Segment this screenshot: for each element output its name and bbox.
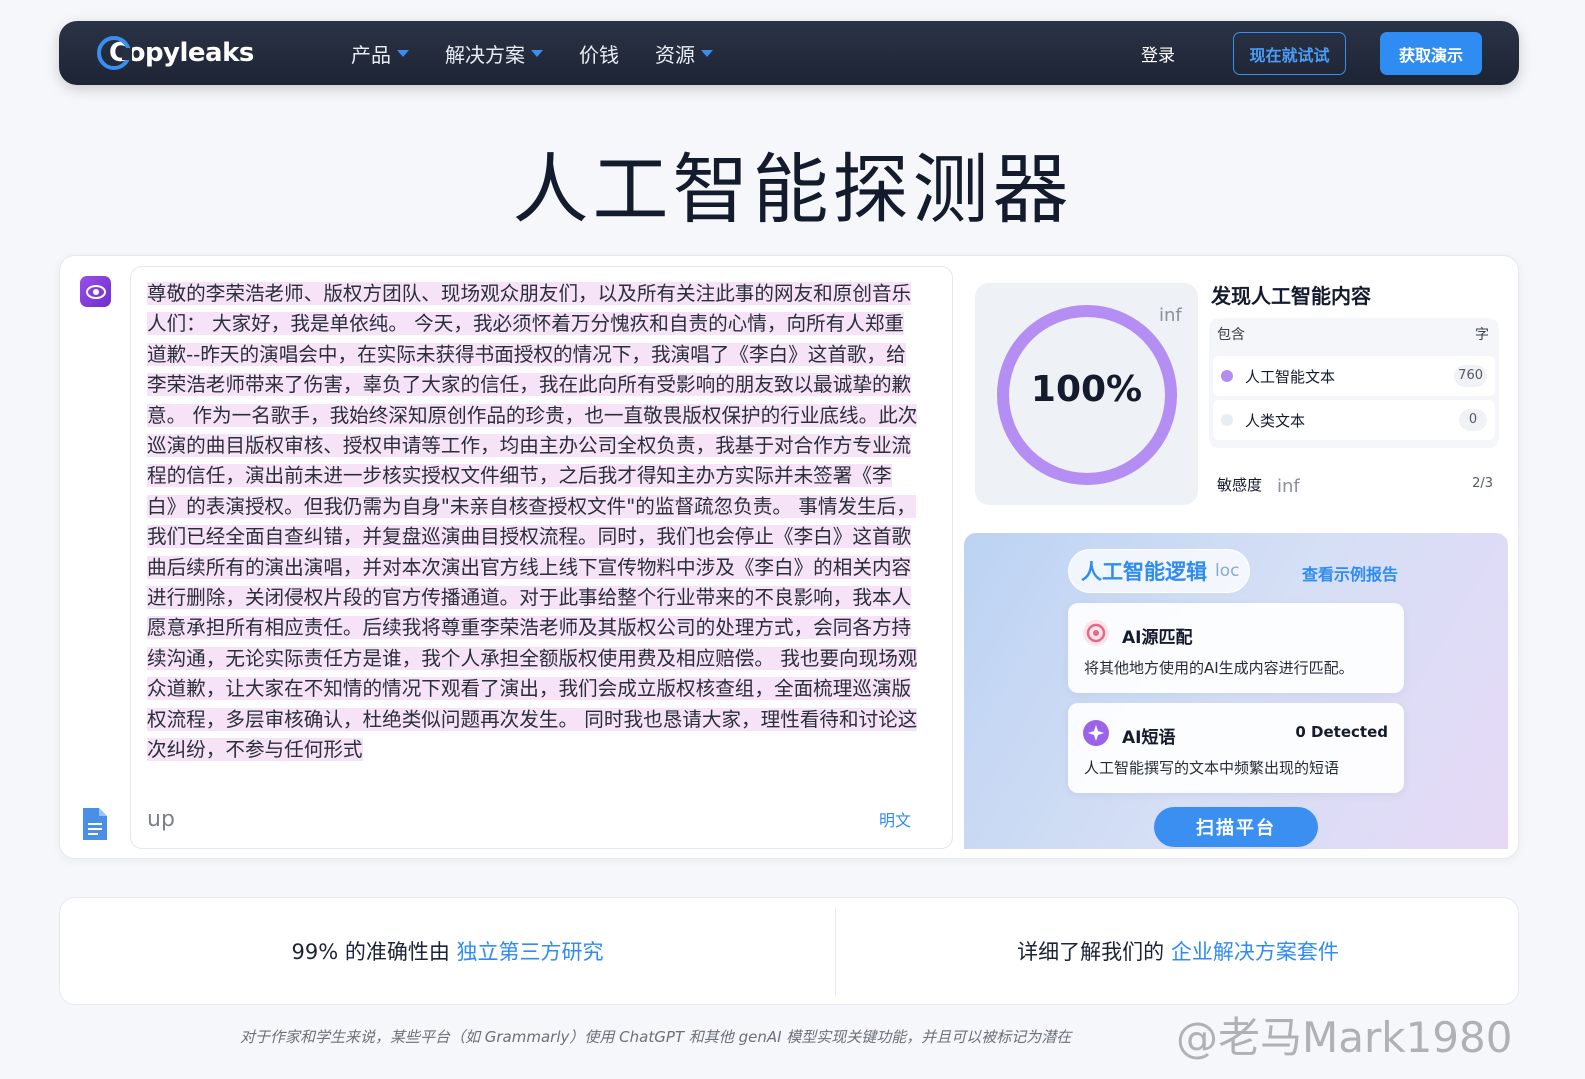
document-icon[interactable]: [81, 806, 109, 842]
accuracy-info: 99% 的准确性由 独立第三方研究: [60, 936, 835, 966]
source-match-icon: [1083, 620, 1109, 646]
nav-item-resources[interactable]: 资源: [655, 39, 713, 68]
result-title: 发现人工智能内容: [1211, 284, 1371, 308]
eye-toggle-button[interactable]: [80, 276, 111, 307]
view-sample-report-link[interactable]: 查看示例报告: [1302, 561, 1398, 585]
sensitivity-control[interactable]: 敏感度 inf 2/3: [1217, 474, 1497, 500]
text-editor[interactable]: 尊敬的李荣浩老师、版权方团队、现场观众朋友们，以及所有关注此事的网友和原创音乐人…: [130, 266, 953, 849]
enterprise-info: 详细了解我们的 企业解决方案套件: [836, 936, 1520, 966]
row-label: 人类文本: [1245, 411, 1306, 430]
ai-dot-icon: [1221, 370, 1233, 382]
ai-score-box: 100% inf: [975, 283, 1198, 505]
detected-count: 0 Detected: [1295, 723, 1388, 741]
login-link[interactable]: 登录: [1141, 41, 1175, 66]
header-contains: 包含: [1217, 327, 1245, 343]
enterprise-text: 详细了解我们的: [1017, 940, 1171, 964]
logic-pill-title: 人工智能逻辑: [1081, 560, 1207, 584]
nav-menu: 产品 解决方案 价钱 资源: [351, 21, 749, 85]
sensitivity-value: 2/3: [1472, 476, 1493, 491]
footnote: 对于作家和学生来说，某些平台（如 Grammarly）使用 ChatGPT 和其…: [240, 1028, 1072, 1046]
plaintext-button[interactable]: 明文: [879, 807, 911, 831]
nav-item-label: 价钱: [579, 42, 619, 67]
watermark: @老马Mark1980: [1176, 1013, 1513, 1062]
logic-pill-suffix: loc: [1215, 561, 1240, 581]
sensitivity-label: 敏感度: [1217, 476, 1263, 494]
nav-item-label: 产品: [351, 42, 391, 67]
row-label: 人工智能文本: [1245, 367, 1336, 386]
score-value: 100%: [1030, 369, 1143, 410]
human-dot-icon: [1221, 414, 1233, 426]
nav-item-solutions[interactable]: 解决方案: [445, 39, 543, 68]
header-chars: 字: [1475, 327, 1489, 343]
row-human-text: 人类文本 0: [1213, 400, 1495, 440]
result-table-header: 包含 字: [1209, 324, 1499, 346]
caret-down-icon: [701, 49, 713, 57]
scan-platform-button[interactable]: 扫描平台: [1154, 807, 1318, 847]
score-suffix: inf: [1159, 305, 1182, 326]
ai-logic-panel: 人工智能逻辑 loc 查看示例报告 AI源匹配 将其他地方使用的AI生成内容进行…: [964, 533, 1508, 849]
third-party-research-link[interactable]: 独立第三方研究: [457, 940, 604, 964]
info-bar: 99% 的准确性由 独立第三方研究 详细了解我们的 企业解决方案套件: [59, 897, 1519, 1005]
accuracy-text: 99% 的准确性由: [291, 940, 457, 964]
caret-down-icon: [397, 49, 409, 57]
card-title: AI短语: [1122, 728, 1176, 748]
highlighted-ai-text: 尊敬的李荣浩老师、版权方团队、现场观众朋友们，以及所有关注此事的网友和原创音乐人…: [147, 282, 918, 762]
caret-down-icon: [531, 49, 543, 57]
top-navbar: Copyleaks 产品 解决方案 价钱 资源 登录 现在就试试 获取演示: [59, 21, 1519, 85]
ai-logic-pill[interactable]: 人工智能逻辑 loc: [1068, 549, 1250, 593]
eye-icon: [85, 284, 106, 299]
sensitivity-inf: inf: [1277, 476, 1300, 497]
editor-text-area[interactable]: 尊敬的李荣浩老师、版权方团队、现场观众朋友们，以及所有关注此事的网友和原创音乐人…: [147, 279, 919, 781]
nav-item-label: 资源: [655, 42, 695, 67]
result-table: 包含 字 人工智能文本 760 人类文本 0: [1209, 318, 1499, 448]
copyleaks-logo[interactable]: Copyleaks: [97, 35, 254, 71]
row-count: 0: [1459, 409, 1487, 431]
row-count: 760: [1454, 365, 1487, 387]
ai-phrases-icon: [1083, 720, 1109, 746]
card-title: AI源匹配: [1122, 628, 1193, 648]
ai-source-match-card[interactable]: AI源匹配 将其他地方使用的AI生成内容进行匹配。: [1068, 603, 1404, 693]
editor-footer-input[interactable]: up: [147, 807, 175, 832]
ai-phrases-card[interactable]: AI短语 0 Detected 人工智能撰写的文本中频繁出现的短语: [1068, 703, 1404, 793]
card-desc: 人工智能撰写的文本中频繁出现的短语: [1084, 759, 1340, 777]
page-title: 人工智能探测器: [512, 145, 1073, 234]
nav-item-pricing[interactable]: 价钱: [579, 39, 619, 68]
row-ai-text: 人工智能文本 760: [1213, 356, 1495, 396]
get-demo-button[interactable]: 获取演示: [1380, 32, 1482, 75]
logo-ring-icon: [97, 36, 132, 70]
try-now-button[interactable]: 现在就试试: [1233, 32, 1346, 75]
card-desc: 将其他地方使用的AI生成内容进行匹配。: [1084, 659, 1354, 677]
enterprise-suite-link[interactable]: 企业解决方案套件: [1171, 940, 1339, 964]
nav-item-products[interactable]: 产品: [351, 39, 409, 68]
nav-item-label: 解决方案: [445, 42, 525, 67]
